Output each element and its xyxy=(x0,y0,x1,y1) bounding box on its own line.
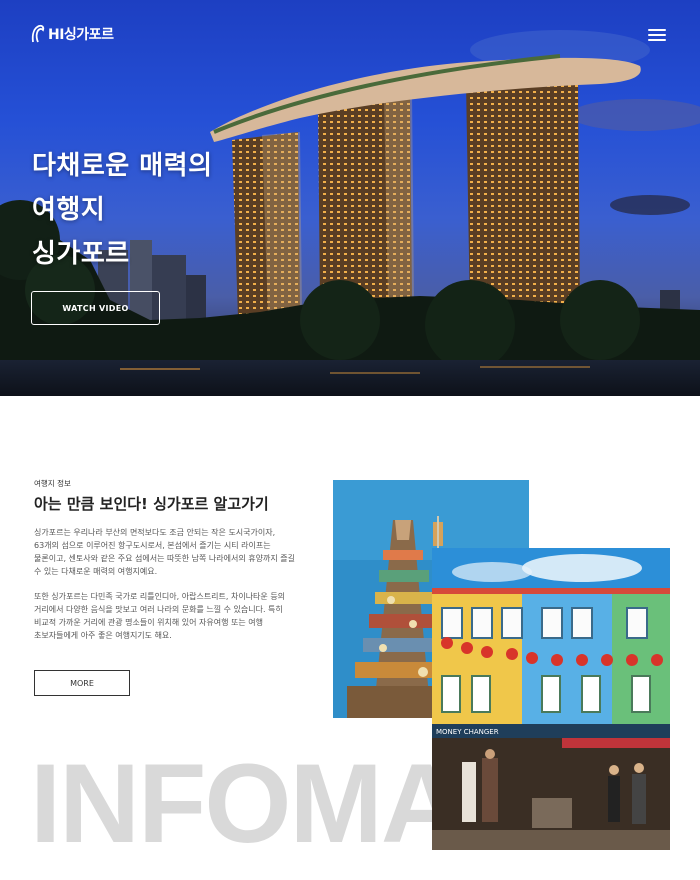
section-heading: 아는 만큼 보인다! 싱가포르 알고가기 xyxy=(34,495,269,513)
hero-title-line-2: 여행지 xyxy=(32,195,106,225)
infoma-watermark: INFOMA xyxy=(30,741,462,866)
info-paragraph-2: 또한 싱가포르는 다민족 국가로 리틀인디아, 아랍스트리트, 차이나타운 등의… xyxy=(34,592,286,640)
hamburger-menu-icon[interactable] xyxy=(648,29,666,43)
shophouse-street-photo: MONEY CHANGER xyxy=(432,548,670,850)
logo-text: HI싱가포르 xyxy=(48,27,114,43)
money-changer-sign: MONEY CHANGER xyxy=(436,728,499,736)
hero-title-line-3: 싱가포르 xyxy=(32,239,130,269)
more-button[interactable]: MORE xyxy=(34,670,130,696)
site-logo[interactable]: HI싱가포르 xyxy=(30,24,114,44)
info-paragraph-1: 싱가포르는 우리나라 부산의 면적보다도 조금 안되는 작은 도시국가이자, 6… xyxy=(34,528,295,576)
hero-title-line-1: 다채로운 매력의 xyxy=(32,151,213,181)
hero-title: 다채로운 매력의 여행지 싱가포르 xyxy=(32,144,213,276)
wave-logo-icon xyxy=(31,24,45,43)
section-eyebrow: 여행지 정보 xyxy=(34,479,71,488)
watch-video-button[interactable]: WATCH VIDEO xyxy=(31,291,160,325)
hero-section: HI싱가포르 다채로운 매력의 여행지 싱가포르 WATCH VIDEO xyxy=(0,0,700,396)
